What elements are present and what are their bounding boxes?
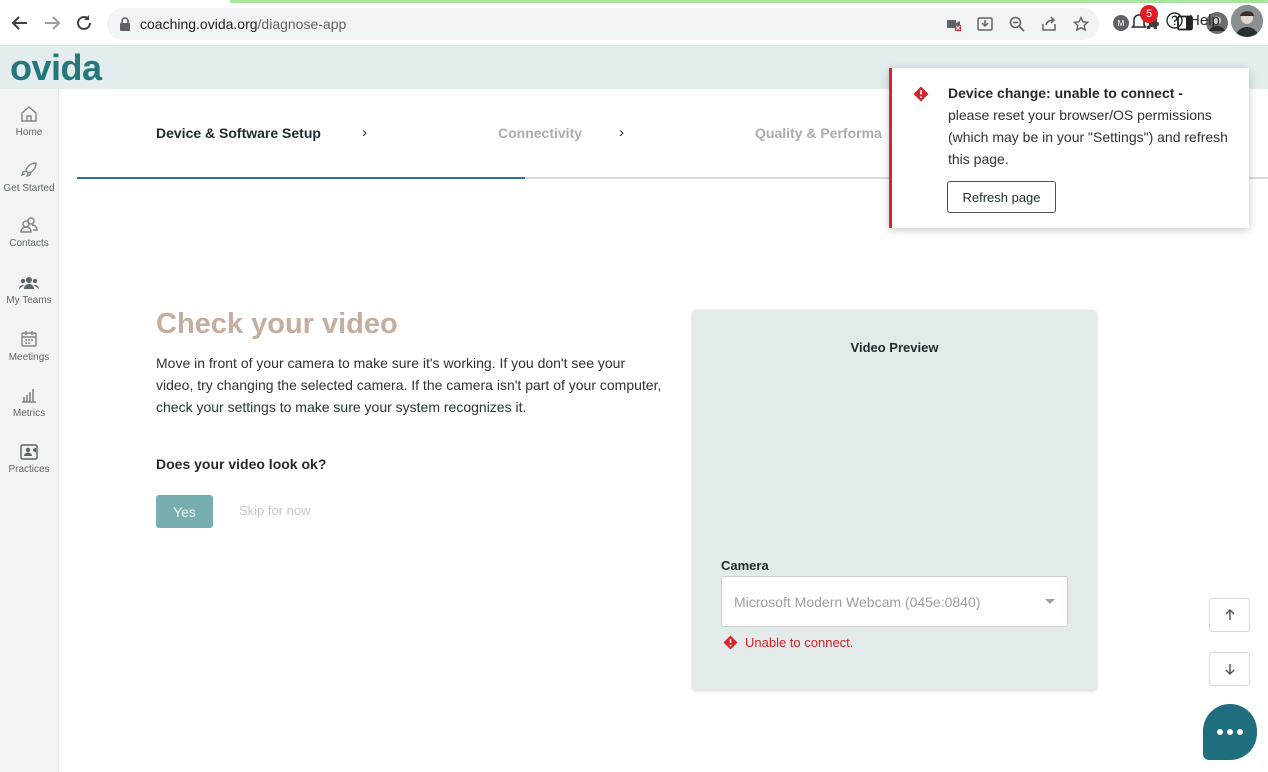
page-title: Check your video	[156, 308, 398, 340]
forward-icon	[45, 16, 61, 30]
sidebar-item-practices[interactable]: Practices	[0, 444, 58, 475]
back-icon	[11, 16, 27, 30]
bar-chart-icon	[22, 389, 36, 403]
reload-icon	[77, 15, 91, 30]
scroll-up-button[interactable]	[1209, 598, 1250, 632]
video-ok-question: Does your video look ok?	[156, 456, 327, 472]
help-button[interactable]: Help	[1166, 12, 1220, 29]
step-device-software-setup[interactable]: Device & Software Setup	[156, 125, 321, 141]
reload-button[interactable]	[71, 10, 97, 36]
sidebar-item-label: Practices	[8, 464, 50, 475]
page-load-bar	[230, 0, 1268, 3]
chevron-right-icon: ›	[619, 124, 624, 141]
video-preview-card: Video Preview Camera Microsoft Modern We…	[692, 310, 1097, 690]
step-connectivity[interactable]: Connectivity	[498, 125, 582, 141]
refresh-page-button[interactable]: Refresh page	[947, 181, 1056, 213]
sidebar-item-label: My Teams	[6, 295, 52, 306]
sidebar-item-label: Metrics	[12, 408, 46, 419]
rocket-icon	[20, 162, 37, 178]
chat-dots-icon	[1217, 729, 1223, 735]
scroll-down-button[interactable]	[1209, 652, 1250, 686]
step-quality-performance[interactable]: Quality & Performa	[755, 125, 882, 141]
camera-error: Unable to connect.	[723, 635, 853, 650]
yes-button[interactable]: Yes	[156, 495, 213, 528]
error-diamond-icon	[723, 635, 738, 650]
sidebar-item-label: Meetings	[8, 352, 50, 363]
toast-message: Device change: unable to connect - pleas…	[948, 82, 1238, 170]
install-icon[interactable]	[976, 15, 994, 33]
logo-text: ovida	[10, 47, 102, 88]
video-preview-title: Video Preview	[850, 340, 939, 355]
url-path: /diagnose-app	[257, 16, 347, 32]
chevron-right-icon: ›	[362, 124, 367, 141]
address-bar[interactable]: coaching.ovida.org/diagnose-app	[107, 8, 1099, 40]
video-practice-icon	[20, 444, 38, 460]
sidebar-item-metrics[interactable]: Metrics	[0, 386, 58, 419]
share-icon[interactable]	[1040, 15, 1058, 33]
url-text: coaching.ovida.org/diagnose-app	[140, 16, 346, 32]
stepper-progress	[77, 177, 525, 179]
sidebar-item-home[interactable]: Home	[0, 105, 58, 138]
back-button[interactable]	[7, 10, 33, 36]
bookmark-star-icon[interactable]	[1072, 15, 1090, 33]
url-host: coaching.ovida.org	[140, 16, 258, 32]
camera-label: Camera	[721, 558, 769, 573]
teams-icon	[19, 277, 39, 289]
camera-blocked-icon[interactable]	[945, 15, 963, 33]
sidebar-item-get-started[interactable]: Get Started	[0, 161, 58, 194]
ovida-logo[interactable]: ovida	[10, 50, 102, 86]
arrow-down-icon	[1225, 664, 1234, 675]
error-diamond-icon	[913, 86, 929, 102]
toast-heading: Device change: unable to connect -	[948, 85, 1183, 101]
notification-count-badge: 5	[1140, 5, 1158, 23]
sidebar-item-my-teams[interactable]: My Teams	[0, 275, 58, 306]
home-icon	[21, 106, 37, 122]
browser-toolbar: coaching.ovida.org/diagnose-app M	[0, 0, 1268, 46]
user-avatar[interactable]	[1231, 5, 1263, 37]
toast-body: please reset your browser/OS permissions…	[948, 107, 1228, 167]
extension-icon[interactable]: M	[1110, 12, 1132, 34]
sidebar-item-label: Contacts	[9, 238, 49, 249]
contacts-icon	[20, 217, 38, 233]
device-error-toast: Device change: unable to connect - pleas…	[889, 68, 1249, 228]
help-icon	[1166, 12, 1183, 29]
chat-dot	[1237, 729, 1243, 735]
skip-for-now-link[interactable]: Skip for now	[239, 503, 311, 518]
camera-error-text: Unable to connect.	[745, 635, 854, 650]
sidebar-item-label: Get Started	[3, 183, 55, 194]
sidebar: Home Get Started Contacts My Teams Meeti…	[0, 89, 59, 772]
page-description: Move in front of your camera to make sur…	[156, 355, 662, 415]
calendar-icon	[21, 331, 37, 347]
chat-launcher-button[interactable]	[1203, 704, 1257, 760]
svg-text:M: M	[1118, 19, 1125, 28]
sidebar-item-label: Home	[15, 127, 43, 138]
lock-icon	[120, 17, 130, 31]
help-label: Help	[1189, 12, 1220, 29]
forward-button[interactable]	[39, 10, 65, 36]
zoom-icon[interactable]	[1008, 15, 1026, 33]
sidebar-item-meetings[interactable]: Meetings	[0, 330, 58, 363]
sidebar-item-contacts[interactable]: Contacts	[0, 216, 58, 249]
chat-dot	[1227, 729, 1233, 735]
caret-down-icon	[1045, 599, 1055, 604]
camera-select-value: Microsoft Modern Webcam (045e:0840)	[734, 594, 981, 610]
arrow-up-icon	[1225, 609, 1234, 620]
camera-select[interactable]: Microsoft Modern Webcam (045e:0840)	[721, 576, 1068, 627]
